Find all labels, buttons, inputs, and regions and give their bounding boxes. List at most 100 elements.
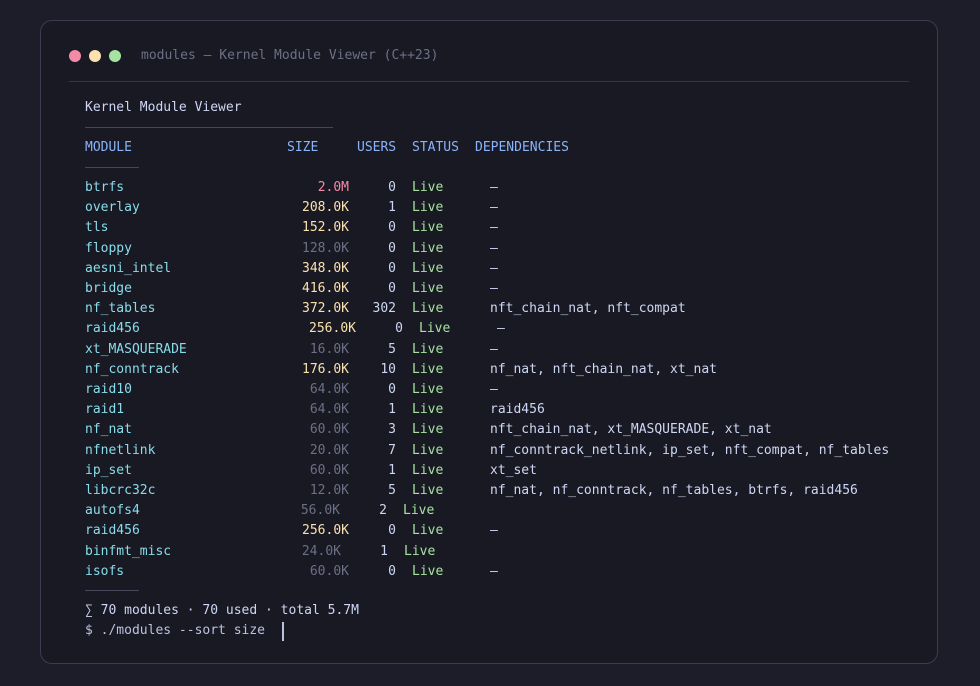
- module-users: 1: [388, 462, 396, 478]
- table-row[interactable]: tls 152.0K 0 Live –: [41, 219, 937, 239]
- module-size: 256.0K: [309, 321, 356, 337]
- module-name: aesni_intel: [85, 260, 172, 276]
- module-dependencies: nf_conntrack_netlink, ip_set, nft_compat…: [490, 442, 890, 458]
- module-size: 24.0K: [301, 543, 341, 559]
- module-status: Live: [403, 503, 435, 519]
- module-size: 60.0K: [309, 422, 349, 438]
- module-size: 64.0K: [309, 402, 349, 418]
- module-users: 2: [379, 503, 387, 519]
- module-users: 1: [380, 543, 388, 559]
- table-row[interactable]: nf_nat 60.0K 3 Live nft_chain_nat, xt_MASQUE…: [41, 421, 937, 441]
- table-row[interactable]: ip_set 60.0K 1 Live xt_set: [41, 462, 937, 482]
- app-title: Kernel Module Viewer: [85, 100, 242, 115]
- module-dependencies: nf_nat, nft_chain_nat, xt_nat: [490, 361, 717, 377]
- maximize-button[interactable]: [109, 50, 121, 62]
- table-row[interactable]: raid1 64.0K 1 Live raid456: [41, 401, 937, 421]
- table-row[interactable]: libcrc32c 12.0K 5 Live nf_nat, nf_conntrack,…: [41, 482, 937, 502]
- minimize-button[interactable]: [89, 50, 101, 62]
- table-row[interactable]: nfnetlink 20.0K 7 Live nf_conntrack_netlink,…: [41, 442, 937, 462]
- module-name: nf_tables: [85, 301, 156, 317]
- module-users: 0: [388, 260, 396, 276]
- module-size: 416.0K: [302, 281, 349, 296]
- header-underline: [85, 167, 139, 168]
- table-row[interactable]: aesni_intel 348.0K 0 Live –: [41, 260, 937, 280]
- module-name: raid1: [85, 402, 125, 418]
- module-status: Live: [412, 301, 444, 317]
- module-name: autofs4: [85, 503, 140, 519]
- table-row[interactable]: isofs 60.0K 0 Live –: [41, 563, 937, 583]
- module-size: 2.0M: [317, 180, 349, 195]
- close-button[interactable]: [69, 50, 81, 62]
- table-row[interactable]: bridge 416.0K 0 Live –: [41, 280, 937, 300]
- module-dependencies: –: [490, 341, 498, 357]
- module-name: raid10: [85, 382, 132, 397]
- module-name: bridge: [85, 281, 132, 296]
- module-dependencies: raid456: [490, 402, 545, 418]
- module-name: isofs: [85, 563, 125, 579]
- table-row[interactable]: floppy 128.0K 0 Live –: [41, 240, 937, 260]
- module-users: 1: [388, 402, 396, 418]
- module-users: 0: [388, 382, 396, 397]
- column-header-size: SIZE: [287, 140, 319, 155]
- module-dependencies: –: [490, 281, 498, 296]
- module-users: 0: [388, 281, 396, 296]
- module-dependencies: –: [490, 240, 498, 256]
- text-cursor: [282, 622, 284, 641]
- module-dependencies: nf_nat, nf_conntrack, nf_tables, btrfs, …: [490, 483, 858, 498]
- module-dependencies: –: [490, 220, 498, 236]
- module-dependencies: –: [490, 563, 498, 579]
- table-row[interactable]: raid10 64.0K 0 Live –: [41, 381, 937, 401]
- module-name: overlay: [85, 200, 140, 216]
- module-dependencies: xt_set: [490, 462, 537, 478]
- module-dependencies: –: [490, 200, 498, 216]
- module-users: 0: [388, 240, 396, 256]
- module-size: 128.0K: [302, 240, 349, 256]
- module-size: 152.0K: [302, 220, 349, 236]
- module-name: nfnetlink: [85, 442, 156, 458]
- column-header-users: USERS: [357, 140, 397, 155]
- module-dependencies: –: [490, 260, 498, 276]
- table-row[interactable]: btrfs 2.0M 0 Live –: [41, 179, 937, 199]
- module-name: btrfs: [85, 180, 125, 195]
- module-dependencies: nft_chain_nat, nft_compat: [490, 301, 686, 317]
- table-row[interactable]: autofs4 56.0K 2 Live: [41, 502, 937, 522]
- module-status: Live: [412, 483, 444, 498]
- table-row[interactable]: overlay 208.0K 1 Live –: [41, 199, 937, 219]
- module-users: 1: [388, 200, 396, 216]
- module-size: 348.0K: [302, 260, 349, 276]
- module-users: 302: [372, 301, 396, 317]
- table-row[interactable]: raid456 256.0K 0 Live –: [41, 320, 937, 340]
- table-row[interactable]: nf_tables 372.0K 302 Live nft_chain_nat, nft…: [41, 300, 937, 320]
- table-row[interactable]: xt_MASQUERADE 16.0K 5 Live –: [41, 341, 937, 361]
- module-size: 56.0K: [300, 503, 340, 519]
- module-name: tls: [85, 220, 109, 236]
- module-status: Live: [412, 341, 444, 357]
- table-row[interactable]: nf_conntrack 176.0K 10 Live nf_nat, nft_chai…: [41, 361, 937, 381]
- module-size: 372.0K: [302, 301, 349, 317]
- table-row[interactable]: binfmt_misc 24.0K 1 Live: [41, 543, 937, 563]
- command-prompt[interactable]: $ ./modules --sort size: [85, 622, 265, 640]
- module-name: libcrc32c: [85, 483, 156, 498]
- module-users: 0: [388, 220, 396, 236]
- module-dependencies: –: [497, 321, 505, 337]
- module-status: Live: [412, 240, 444, 256]
- title-divider: [69, 81, 909, 82]
- table-row[interactable]: raid456 256.0K 0 Live –: [41, 522, 937, 542]
- module-name: floppy: [85, 240, 132, 256]
- module-users: 0: [395, 321, 403, 337]
- module-users: 3: [388, 422, 396, 438]
- module-size: 60.0K: [309, 462, 349, 478]
- module-name: nf_conntrack: [85, 361, 179, 377]
- module-status: Live: [412, 442, 444, 458]
- module-name: xt_MASQUERADE: [85, 341, 187, 357]
- app-title-underline: [85, 127, 333, 128]
- module-users: 7: [388, 442, 396, 458]
- window-title: modules — Kernel Module Viewer (C++23): [141, 48, 439, 63]
- module-dependencies: –: [490, 523, 498, 539]
- column-header-dependencies: DEPENDENCIES: [475, 140, 569, 155]
- module-users: 5: [388, 483, 396, 498]
- title-bar: modules — Kernel Module Viewer (C++23): [69, 47, 909, 67]
- module-status: Live: [412, 180, 444, 195]
- module-status: Live: [404, 543, 436, 559]
- module-size: 20.0K: [309, 442, 349, 458]
